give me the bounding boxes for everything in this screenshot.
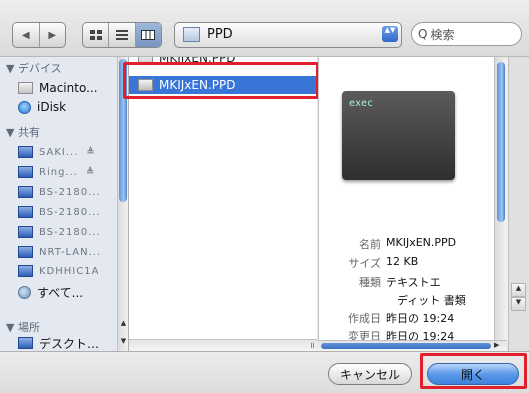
sidebar-item-shared-6[interactable]: NRT-LAN... xyxy=(18,243,101,261)
path-popup-value: PPD xyxy=(207,27,233,42)
sidebar-item-label: KDHHIC1A xyxy=(39,265,100,277)
search-placeholder: 検索 xyxy=(430,27,455,42)
section-places: ▼ 場所 xyxy=(6,321,40,334)
sidebar: ▼ デバイス Macinto... iDisk ▼ 共有 SAKI... ≜ R… xyxy=(0,57,129,351)
selected-file-highlight xyxy=(123,62,319,99)
network-globe-icon xyxy=(18,285,31,299)
view-mode-control xyxy=(82,22,162,48)
sidebar-item-label: BS-2180... xyxy=(39,206,101,218)
sidebar-item-shared-1[interactable]: SAKI... ≜ xyxy=(18,143,95,161)
computer-icon xyxy=(18,146,33,158)
info-label-name: 名前 xyxy=(359,238,381,251)
open-button-highlight xyxy=(420,353,527,389)
scroll-thumb[interactable] xyxy=(321,343,491,349)
sidebar-item-desktop[interactable]: デスクト… xyxy=(18,334,99,351)
section-shared: ▼ 共有 xyxy=(6,126,40,139)
sidebar-item-shared-3[interactable]: BS-2180... xyxy=(18,183,101,201)
computer-icon xyxy=(18,186,33,198)
eject-icon[interactable]: ≜ xyxy=(86,167,94,178)
scroll-right-arrow-icon[interactable]: ▶ xyxy=(494,341,499,349)
info-label-created: 作成日 xyxy=(348,312,381,325)
sidebar-item-label: NRT-LAN... xyxy=(39,246,102,258)
file-column-scrollbar[interactable] xyxy=(129,339,317,351)
icon-view-icon xyxy=(89,30,102,40)
back-forward-control: ◀ ▶ xyxy=(12,22,66,48)
sidebar-item-label: BS-2180... xyxy=(39,186,101,198)
file-column: MKIJxEN.PPD MKIJxEN.PPD xyxy=(129,57,317,351)
scroll-up-arrow-icon[interactable]: ▲ xyxy=(511,283,526,297)
right-scrollbar-strip[interactable]: ▲ ▼ xyxy=(508,57,529,351)
info-label-size: サイズ xyxy=(348,257,381,270)
preview-pane: exec 名前 MKIJxEN.PPD サイズ 12 KB 種類 テキストエ デ… xyxy=(318,57,502,340)
column-view-button[interactable] xyxy=(135,23,161,47)
sidebar-item-label: BS-2180... xyxy=(39,226,101,238)
scroll-down-arrow-icon[interactable]: ▼ xyxy=(511,297,526,311)
list-view-icon xyxy=(115,30,128,40)
search-field[interactable]: Q 検索 xyxy=(411,22,522,46)
computer-icon xyxy=(18,265,33,277)
sidebar-item-macintosh[interactable]: Macinto... xyxy=(18,79,98,97)
computer-icon xyxy=(18,226,33,238)
sidebar-item-shared-4[interactable]: BS-2180... xyxy=(18,203,101,221)
sidebar-item-idisk[interactable]: iDisk xyxy=(18,98,66,116)
exec-icon-label: exec xyxy=(349,98,374,109)
info-value-size: 12 KB xyxy=(386,255,419,268)
desktop-icon xyxy=(18,337,33,349)
sidebar-item-label: SAKI... xyxy=(39,146,79,158)
section-devices: ▼ デバイス xyxy=(6,62,62,75)
icon-view-button[interactable] xyxy=(83,23,110,47)
info-value-modified: 昨日の 19:24 xyxy=(386,330,455,340)
preview-vertical-scrollbar[interactable] xyxy=(494,57,508,340)
exec-file-icon: exec xyxy=(342,91,455,180)
computer-icon xyxy=(18,206,33,218)
path-popup[interactable]: PPD ▲▼ xyxy=(174,22,402,48)
sidebar-item-label: Ring... xyxy=(39,166,78,178)
popup-arrows-icon: ▲▼ xyxy=(382,26,398,42)
list-view-button[interactable] xyxy=(109,23,136,47)
info-value-kind-cont: ディット 書類 xyxy=(397,294,466,307)
sidebar-item-label: すべて... xyxy=(37,285,84,300)
sidebar-item-all[interactable]: すべて... xyxy=(18,283,83,301)
hard-disk-icon xyxy=(18,82,33,94)
info-value-kind: テキストエ xyxy=(386,276,441,289)
sidebar-item-label: Macinto... xyxy=(39,81,98,95)
info-value-created: 昨日の 19:24 xyxy=(386,312,455,325)
computer-icon xyxy=(18,166,33,178)
idisk-icon xyxy=(18,100,31,114)
sidebar-item-label: デスクト… xyxy=(39,336,100,351)
column-view-icon xyxy=(141,30,156,40)
scroll-thumb[interactable] xyxy=(497,62,505,222)
folder-icon xyxy=(183,27,200,42)
scroll-down-arrow-icon[interactable]: ▼ xyxy=(119,337,128,345)
cancel-button[interactable]: キャンセル xyxy=(328,363,412,385)
scroll-up-arrow-icon[interactable]: ▲ xyxy=(119,319,128,327)
computer-icon xyxy=(18,246,33,258)
sidebar-scrollbar[interactable]: ▲ ▼ xyxy=(117,57,128,351)
sidebar-item-shared-7[interactable]: KDHHIC1A xyxy=(18,262,99,280)
sidebar-item-shared-2[interactable]: Ring... ≜ xyxy=(18,163,94,181)
info-value-name: MKIJxEN.PPD xyxy=(386,236,457,249)
toolbar: ◀ ▶ PPD ▲▼ Q 検索 xyxy=(0,0,529,57)
forward-button[interactable]: ▶ xyxy=(40,23,66,47)
column-resize-handle[interactable] xyxy=(311,343,312,348)
eject-icon[interactable]: ≜ xyxy=(86,147,94,158)
sidebar-item-label: iDisk xyxy=(37,100,67,114)
info-label-modified: 変更日 xyxy=(348,330,381,340)
search-icon: Q xyxy=(418,27,428,41)
info-label-kind: 種類 xyxy=(359,276,381,289)
sidebar-item-shared-5[interactable]: BS-2180... xyxy=(18,223,101,241)
back-button[interactable]: ◀ xyxy=(13,23,40,47)
